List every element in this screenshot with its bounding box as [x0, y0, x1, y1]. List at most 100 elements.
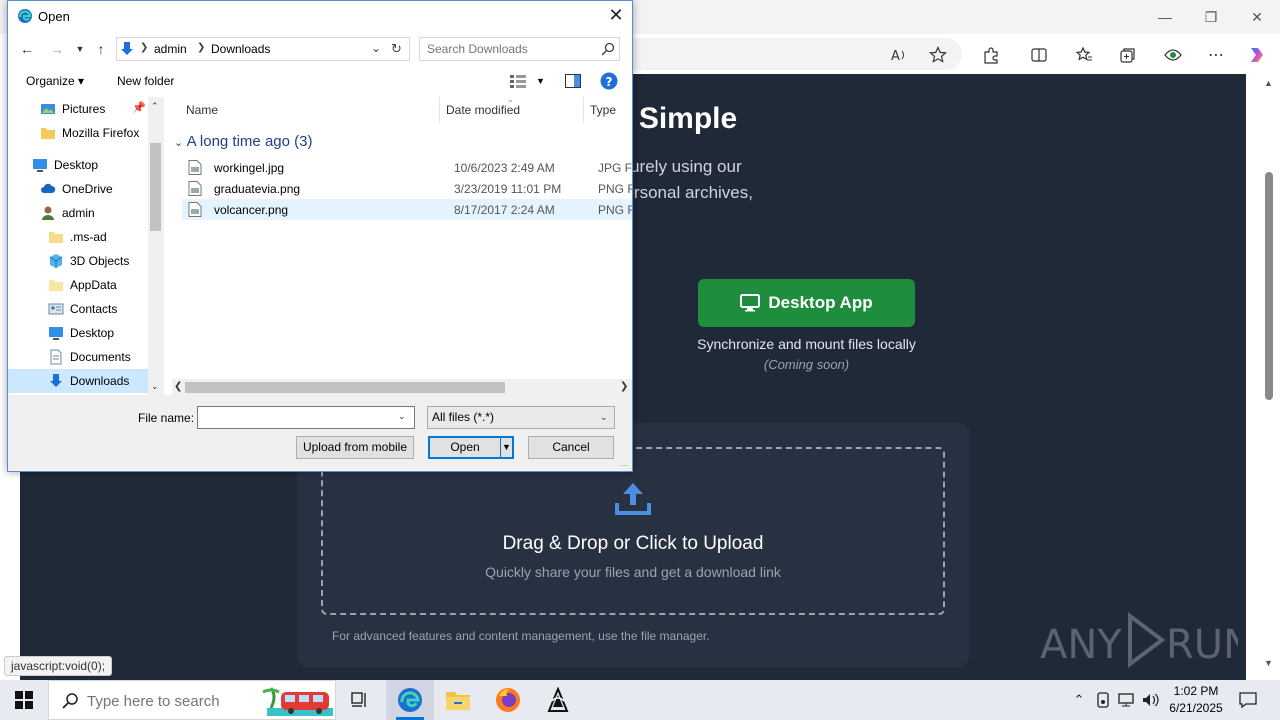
collections-icon[interactable]: [1113, 40, 1143, 70]
taskbar-search[interactable]: [48, 680, 336, 720]
scroll-up-icon[interactable]: ⌃: [151, 101, 159, 112]
volume-icon[interactable]: [1140, 680, 1162, 720]
back-arrow-icon[interactable]: ←: [17, 39, 37, 59]
clock-date: 6/21/2025: [1169, 701, 1223, 715]
nav-item-contacts[interactable]: Contacts: [8, 297, 148, 321]
nav-item-appdata[interactable]: AppData: [8, 273, 148, 297]
scroll-up-icon[interactable]: ▲: [1264, 78, 1273, 88]
scroll-left-icon[interactable]: ❮: [174, 381, 182, 392]
nav-item-mozilla-firefox[interactable]: Mozilla Firefox: [8, 121, 148, 145]
page-scrollbar[interactable]: ▲ ▼: [1260, 74, 1280, 680]
edge-icon: [398, 688, 422, 712]
task-view-icon[interactable]: [336, 680, 384, 720]
file-row-selected[interactable]: volcancer.png 8/17/2017 2:24 AM PNG File: [182, 199, 632, 220]
help-icon[interactable]: ?: [600, 72, 618, 90]
nav-item-desktop-user[interactable]: Desktop: [8, 321, 148, 345]
navigation-pane: Pictures 📌 Mozilla Firefox Desktop OneDr…: [8, 97, 163, 395]
svg-text:?: ?: [606, 75, 613, 89]
breadcrumb-separator-icon: ❯: [140, 42, 149, 53]
edge-icon: [18, 9, 32, 23]
dialog-close-icon[interactable]: ✕: [604, 5, 628, 27]
taskbar-file-explorer[interactable]: [434, 680, 482, 720]
view-details-icon[interactable]: [510, 75, 526, 88]
new-folder-button[interactable]: New folder: [117, 74, 174, 88]
view-options-dropdown-icon[interactable]: ▼: [536, 76, 545, 86]
taskbar-firefox[interactable]: [484, 680, 532, 720]
nav-item-ms-ad[interactable]: .ms-ad: [8, 225, 148, 249]
nav-item-label: Downloads: [70, 374, 130, 388]
split-screen-icon[interactable]: [1024, 40, 1054, 70]
performance-icon[interactable]: [1158, 40, 1188, 70]
nav-item-3d-objects[interactable]: 3D Objects: [8, 249, 148, 273]
favorites-icon[interactable]: [1069, 40, 1099, 70]
dialog-search-input[interactable]: [421, 39, 597, 59]
organize-button[interactable]: Organize ▾: [26, 74, 84, 88]
downloads-icon: [50, 374, 62, 387]
cancel-button[interactable]: Cancel: [528, 436, 614, 459]
tray-device-icon[interactable]: [1092, 680, 1114, 720]
scroll-thumb[interactable]: [185, 382, 505, 393]
dialog-search[interactable]: [419, 37, 620, 61]
forward-arrow-icon[interactable]: →: [47, 39, 67, 59]
file-list-hscrollbar[interactable]: ❮ ❯: [172, 379, 632, 396]
notifications-icon[interactable]: [1234, 680, 1262, 720]
close-icon[interactable]: ✕: [1234, 0, 1280, 34]
copilot-icon[interactable]: [1242, 40, 1272, 70]
file-name-combo[interactable]: ⌄: [197, 406, 415, 429]
breadcrumb-admin[interactable]: admin: [154, 42, 187, 56]
scroll-down-icon[interactable]: ⌄: [151, 381, 159, 392]
read-aloud-icon[interactable]: A: [884, 40, 914, 70]
navigation-scrollbar[interactable]: ⌃ ⌄: [148, 97, 163, 395]
file-group-header[interactable]: ⌄ A long time ago (3): [174, 133, 312, 150]
breadcrumb-dropdown-icon[interactable]: ⌄: [371, 41, 381, 55]
scroll-thumb[interactable]: [1265, 172, 1273, 400]
favorite-star-icon[interactable]: [923, 40, 953, 70]
file-row[interactable]: workingel.jpg 10/6/2023 2:49 AM JPG File: [182, 157, 632, 178]
upload-from-mobile-button[interactable]: Upload from mobile: [296, 436, 414, 459]
svg-text:A: A: [891, 49, 900, 64]
taskbar-search-input[interactable]: [87, 690, 267, 712]
up-arrow-icon[interactable]: ↑: [91, 39, 111, 59]
nav-item-documents[interactable]: Documents: [8, 345, 148, 369]
restore-icon[interactable]: ❐: [1188, 0, 1234, 34]
nav-item-admin[interactable]: admin: [8, 201, 148, 225]
open-button[interactable]: Open ▼: [428, 436, 514, 459]
column-header-type[interactable]: Type: [584, 97, 632, 123]
extensions-icon[interactable]: [976, 40, 1006, 70]
scroll-down-icon[interactable]: ▼: [1264, 658, 1273, 668]
desktop-app-button[interactable]: Desktop App: [698, 279, 915, 327]
taskbar-app[interactable]: [534, 680, 582, 720]
column-header-name[interactable]: Name: [180, 97, 440, 123]
nav-item-pictures[interactable]: Pictures 📌: [8, 97, 148, 121]
scroll-right-icon[interactable]: ❯: [620, 381, 628, 392]
upload-dropzone[interactable]: Drag & Drop or Click to Upload Quickly s…: [321, 447, 945, 615]
tray-overflow-icon[interactable]: ⌃: [1068, 680, 1090, 720]
chevron-down-icon[interactable]: ⌄: [398, 411, 406, 422]
nav-item-onedrive[interactable]: OneDrive: [8, 177, 148, 201]
breadcrumb[interactable]: ❯ admin ❯ Downloads ⌄ ↻: [116, 37, 410, 61]
open-button-label: Open: [450, 440, 480, 454]
network-icon[interactable]: [1115, 680, 1137, 720]
scroll-thumb[interactable]: [150, 143, 161, 231]
file-type-filter[interactable]: All files (*.*) ⌄: [427, 406, 615, 429]
collapse-chevron-icon[interactable]: ⌄: [174, 137, 183, 149]
nav-item-label: Desktop: [54, 158, 99, 172]
minimize-icon[interactable]: —: [1142, 0, 1188, 34]
more-menu-icon[interactable]: ⋯: [1201, 40, 1231, 70]
resize-grip-icon[interactable]: ⋯: [620, 461, 628, 470]
recent-locations-icon[interactable]: ▼: [70, 39, 90, 59]
upload-icon: [615, 483, 651, 515]
refresh-icon[interactable]: ↻: [391, 41, 402, 57]
file-name-label: File name:: [138, 411, 195, 425]
file-name-input[interactable]: [198, 407, 394, 428]
preview-pane-icon[interactable]: [565, 74, 581, 88]
open-dropdown-icon[interactable]: ▼: [500, 438, 512, 457]
firefox-icon: [496, 688, 520, 712]
file-row[interactable]: graduatevia.png 3/23/2019 11:01 PM PNG F…: [182, 178, 632, 199]
taskbar-clock[interactable]: 1:02 PM 6/21/2025: [1160, 683, 1232, 717]
nav-item-downloads[interactable]: Downloads: [8, 369, 148, 393]
nav-item-desktop[interactable]: Desktop: [8, 153, 148, 177]
start-button[interactable]: [0, 680, 48, 720]
breadcrumb-downloads[interactable]: Downloads: [211, 42, 270, 56]
taskbar-edge[interactable]: [386, 680, 434, 720]
